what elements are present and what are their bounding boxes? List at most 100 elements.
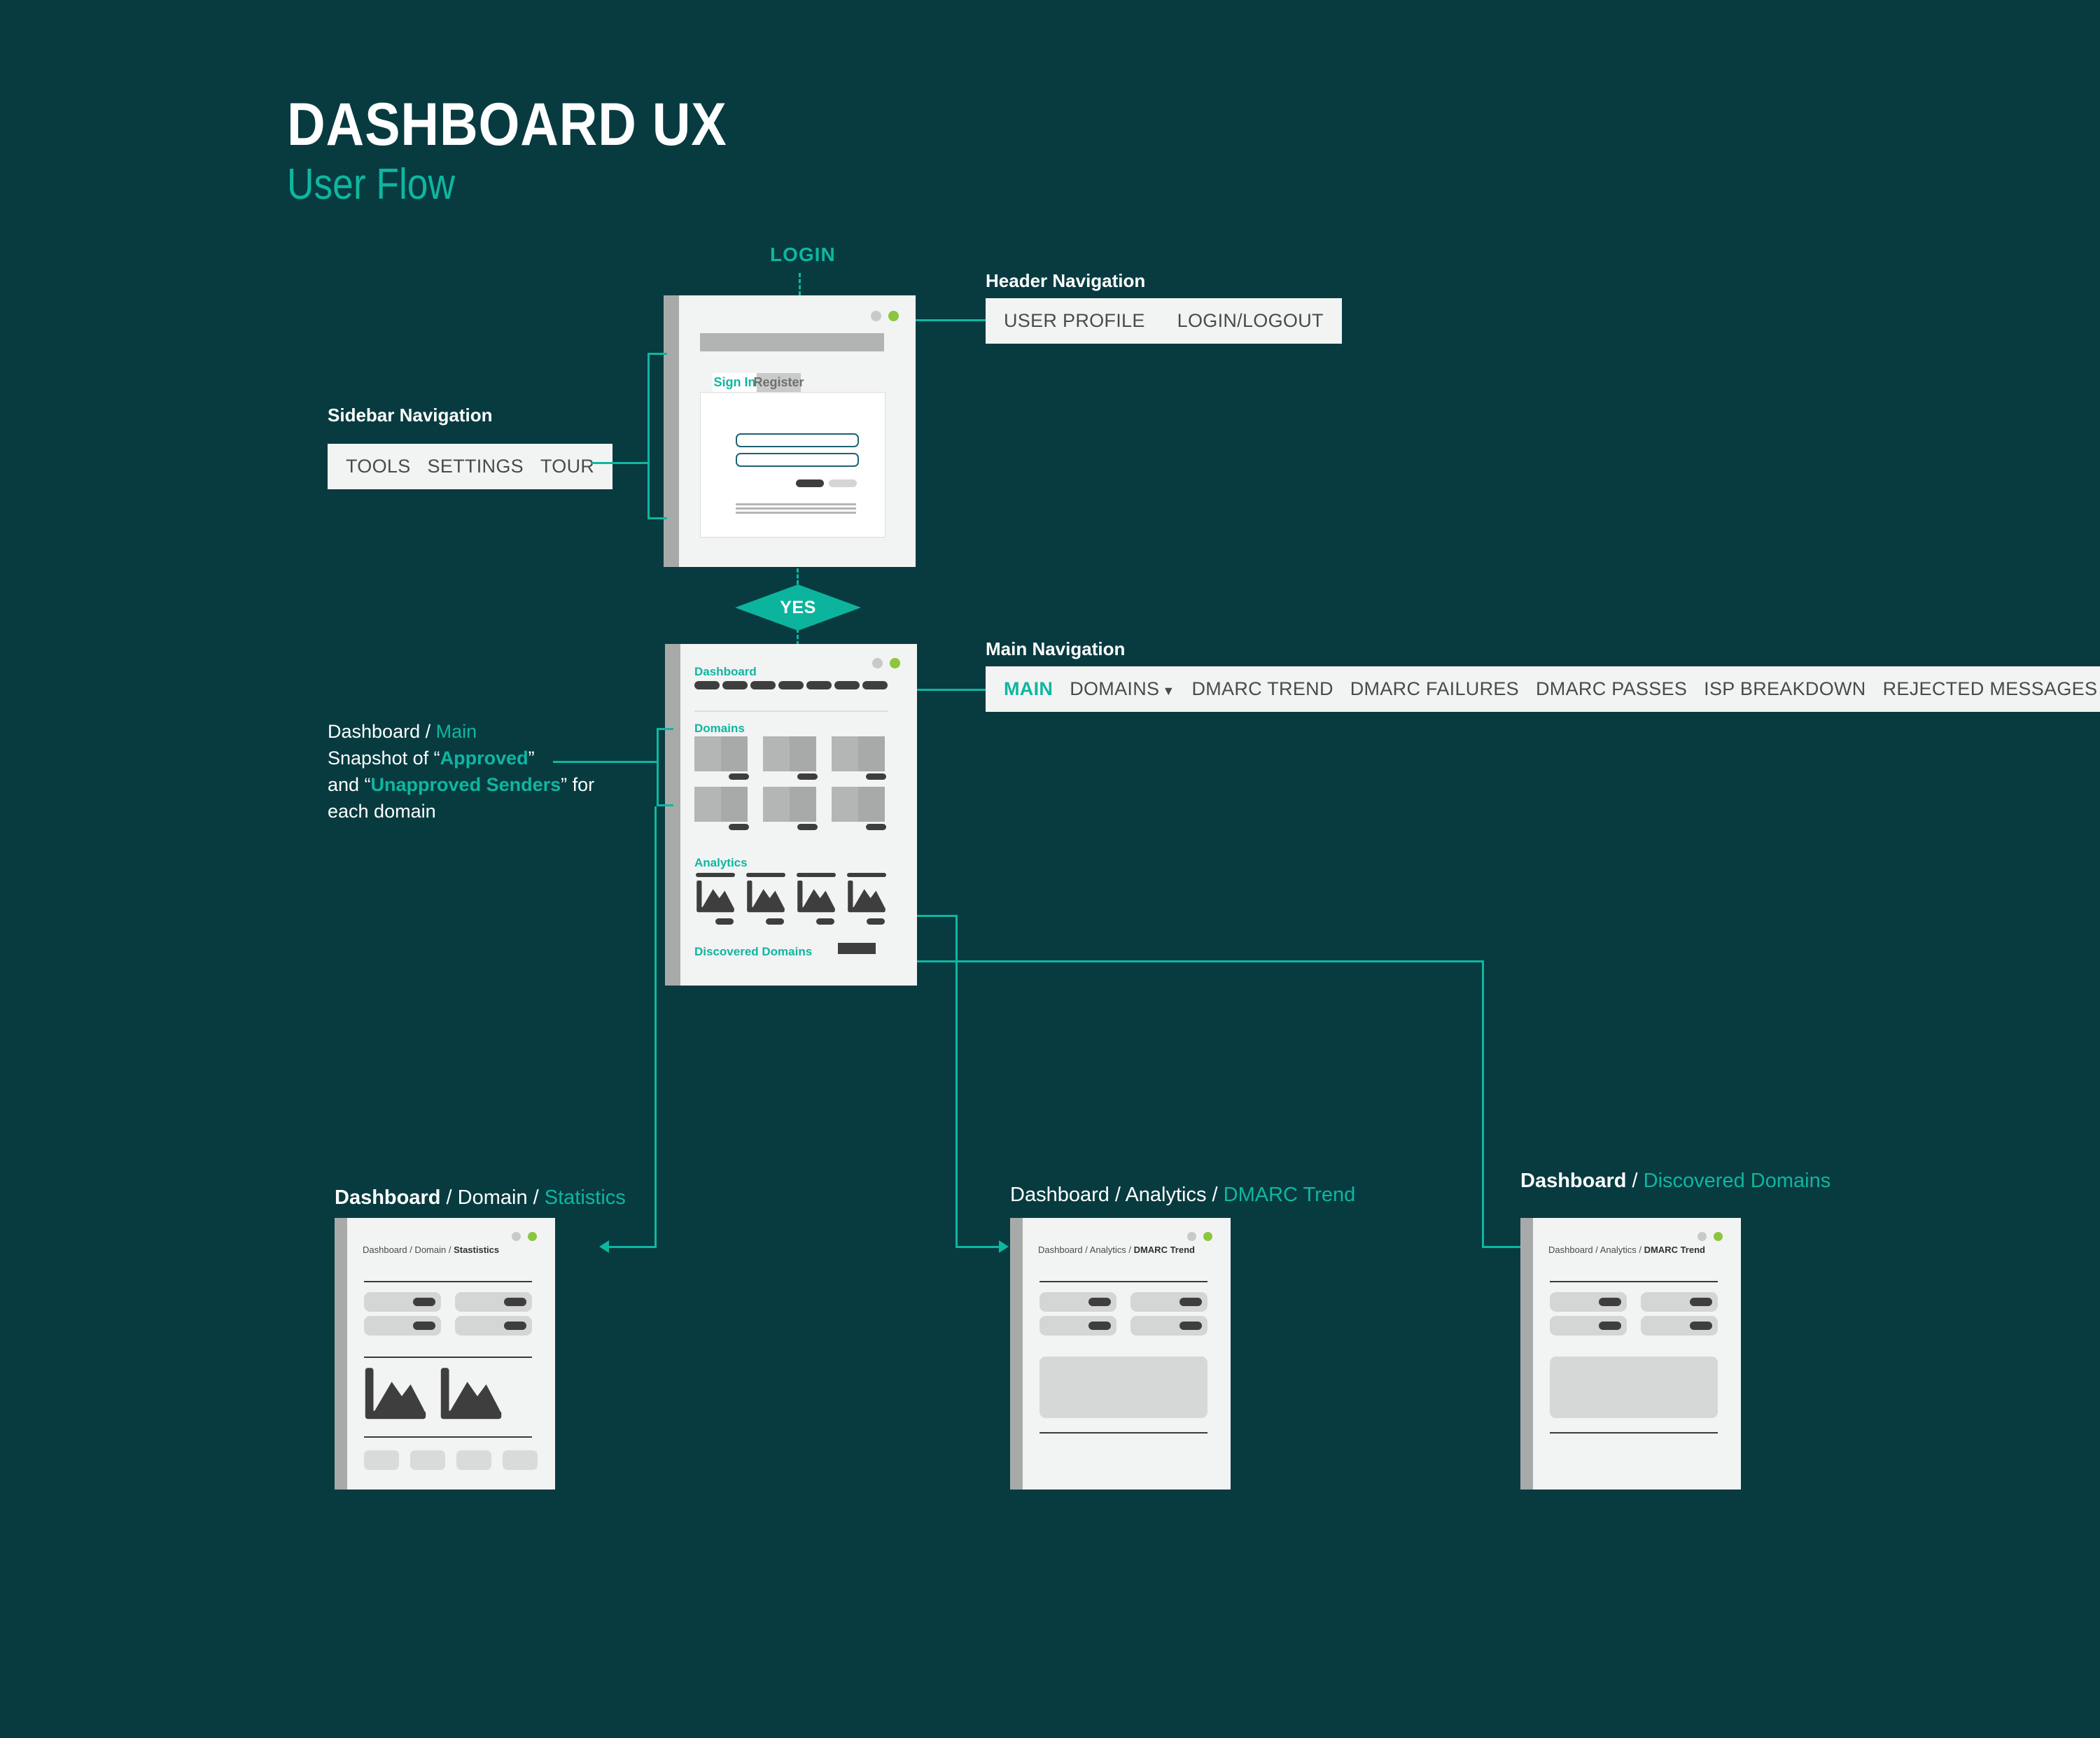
statistics-screen-wireframe[interactable]: Dashboard / Domain / Stastistics (335, 1218, 555, 1490)
domain-card-approved (832, 787, 858, 822)
domain-card[interactable] (763, 787, 816, 822)
discovered-domains-screen-wireframe[interactable]: Dashboard / Analytics / DMARC Trend (1520, 1218, 1741, 1490)
area-chart-icon (696, 881, 734, 913)
dashboard-note-connector (553, 761, 657, 763)
domain-card[interactable] (832, 787, 885, 822)
domain-card-approved (832, 736, 858, 771)
dashboard-nav-pill[interactable] (722, 681, 748, 689)
domain-card-approved (763, 787, 790, 822)
main-nav-box[interactable]: MAIN DOMAINS ▼ DMARC TREND DMARC FAILURES DMA… (986, 666, 2100, 712)
divider (1550, 1432, 1718, 1434)
area-chart-icon (440, 1368, 502, 1420)
user-flow-diagram-canvas: DASHBOARD UX User Flow LOGIN Sign In Reg… (0, 0, 2100, 1738)
domain-card[interactable] (763, 736, 816, 771)
domain-card-unapproved (790, 787, 816, 822)
stat-row-value (1088, 1322, 1111, 1330)
chevron-down-icon: ▼ (1162, 684, 1175, 698)
window-dot-green (1203, 1232, 1212, 1241)
main-nav-item-dmarc-trend[interactable]: DMARC TREND (1191, 678, 1333, 699)
domain-card[interactable] (694, 736, 748, 771)
header-nav-item-user-profile[interactable]: USER PROFILE (1004, 310, 1145, 331)
area-chart-icon (848, 881, 886, 913)
email-field[interactable] (736, 433, 859, 447)
domain-card-label (866, 773, 886, 780)
main-nav-heading-wrap: Main Navigation (986, 638, 1125, 660)
stat-row-value (1690, 1322, 1712, 1330)
stat-row-value (1180, 1322, 1202, 1330)
chart-placeholder[interactable] (1550, 1357, 1718, 1418)
chip[interactable] (410, 1450, 445, 1470)
window-dot-green (890, 658, 900, 668)
analytics-chart-label (766, 918, 784, 925)
chip[interactable] (456, 1450, 491, 1470)
wireframe-sidebar-rail (664, 295, 679, 567)
dashboard-nav-pill[interactable] (834, 681, 860, 689)
chart-placeholder[interactable] (1040, 1357, 1208, 1418)
window-dots (872, 658, 900, 668)
divider (694, 710, 888, 712)
divider (364, 1281, 532, 1282)
domain-card[interactable] (832, 736, 885, 771)
connector-discovered-horizontal-2 (1482, 1246, 1525, 1248)
domain-card-approved (763, 736, 790, 771)
divider (1040, 1432, 1208, 1434)
section-title-domains: Domains (694, 722, 745, 735)
wireframe-body: Sign In Register (679, 295, 916, 567)
divider (1040, 1281, 1208, 1282)
sidebar-nav-box[interactable]: TOOLS SETTINGS TOUR (328, 444, 613, 489)
window-dot-green (1714, 1232, 1723, 1241)
wireframe-sidebar-rail (335, 1218, 347, 1490)
caption-dmarc-trend: Dashboard / Analytics / DMARC Trend (1010, 1184, 1356, 1206)
login-header-placeholder (700, 333, 884, 351)
sign-in-button[interactable] (796, 479, 824, 487)
stat-row-value (504, 1298, 526, 1306)
chip[interactable] (364, 1450, 399, 1470)
connector-dmarc-trend-vertical (955, 915, 958, 1246)
dashboard-nav-pill[interactable] (862, 681, 888, 689)
sidebar-nav-item-tour[interactable]: TOUR (540, 456, 594, 477)
dashboard-nav-pill[interactable] (806, 681, 832, 689)
stat-row-value (1599, 1298, 1621, 1306)
main-nav-item-main[interactable]: MAIN (1004, 678, 1053, 699)
title-block: DASHBOARD UX User Flow (287, 94, 787, 208)
discovered-domains-button[interactable] (838, 943, 876, 954)
tab-sign-in[interactable]: Sign In (713, 373, 757, 392)
dashboard-screen-wireframe[interactable]: Dashboard Domains Analytics Discovered D… (665, 644, 917, 986)
secondary-button[interactable] (829, 479, 857, 487)
sidebar-nav-item-settings[interactable]: SETTINGS (428, 456, 524, 477)
wireframe-sidebar-rail (1010, 1218, 1023, 1490)
dashboard-nav-pill[interactable] (750, 681, 776, 689)
domain-card-label (729, 824, 749, 830)
main-nav-item-isp-breakdown[interactable]: ISP BREAKDOWN (1704, 678, 1865, 699)
header-nav-box[interactable]: USER PROFILE LOGIN/LOGOUT (986, 298, 1342, 344)
dashboard-note-bracket-bottom (657, 804, 673, 806)
password-field[interactable] (736, 453, 859, 467)
connector-statistics-horizontal (609, 1246, 657, 1248)
window-dots (512, 1232, 537, 1241)
breadcrumb: Dashboard / Domain / Stastistics (363, 1245, 500, 1255)
main-nav-item-dmarc-failures[interactable]: DMARC FAILURES (1350, 678, 1519, 699)
analytics-chart-title (696, 873, 735, 877)
main-nav-item-domains[interactable]: DOMAINS ▼ (1070, 678, 1175, 699)
caption-statistics: Dashboard / Domain / Statistics (335, 1186, 626, 1209)
header-nav-item-login-logout[interactable]: LOGIN/LOGOUT (1177, 310, 1324, 331)
connector-discovered-horizontal (917, 960, 1484, 962)
breadcrumb: Dashboard / Analytics / DMARC Trend (1038, 1245, 1195, 1255)
sidebar-nav-heading-wrap: Sidebar Navigation (328, 405, 493, 426)
domain-card[interactable] (694, 787, 748, 822)
sidebar-nav-item-tools[interactable]: TOOLS (346, 456, 411, 477)
dashboard-nav-pill[interactable] (778, 681, 804, 689)
chip[interactable] (503, 1450, 538, 1470)
login-screen-wireframe[interactable]: Sign In Register (664, 295, 916, 567)
header-nav-heading-wrap: Header Navigation (986, 270, 1145, 292)
main-nav-item-rejected-messages[interactable]: REJECTED MESSAGES (1883, 678, 2098, 699)
section-title-analytics: Analytics (694, 856, 748, 869)
domain-card-approved (694, 787, 721, 822)
sidebar-bracket-vertical (648, 353, 650, 519)
main-nav-item-dmarc-passes[interactable]: DMARC PASSES (1536, 678, 1687, 699)
sidebar-bracket-bottom (648, 517, 667, 519)
dmarc-trend-screen-wireframe[interactable]: Dashboard / Analytics / DMARC Trend (1010, 1218, 1231, 1490)
dashboard-nav-pill[interactable] (694, 681, 720, 689)
stat-row-value (1599, 1322, 1621, 1330)
tab-register[interactable]: Register (753, 373, 804, 392)
